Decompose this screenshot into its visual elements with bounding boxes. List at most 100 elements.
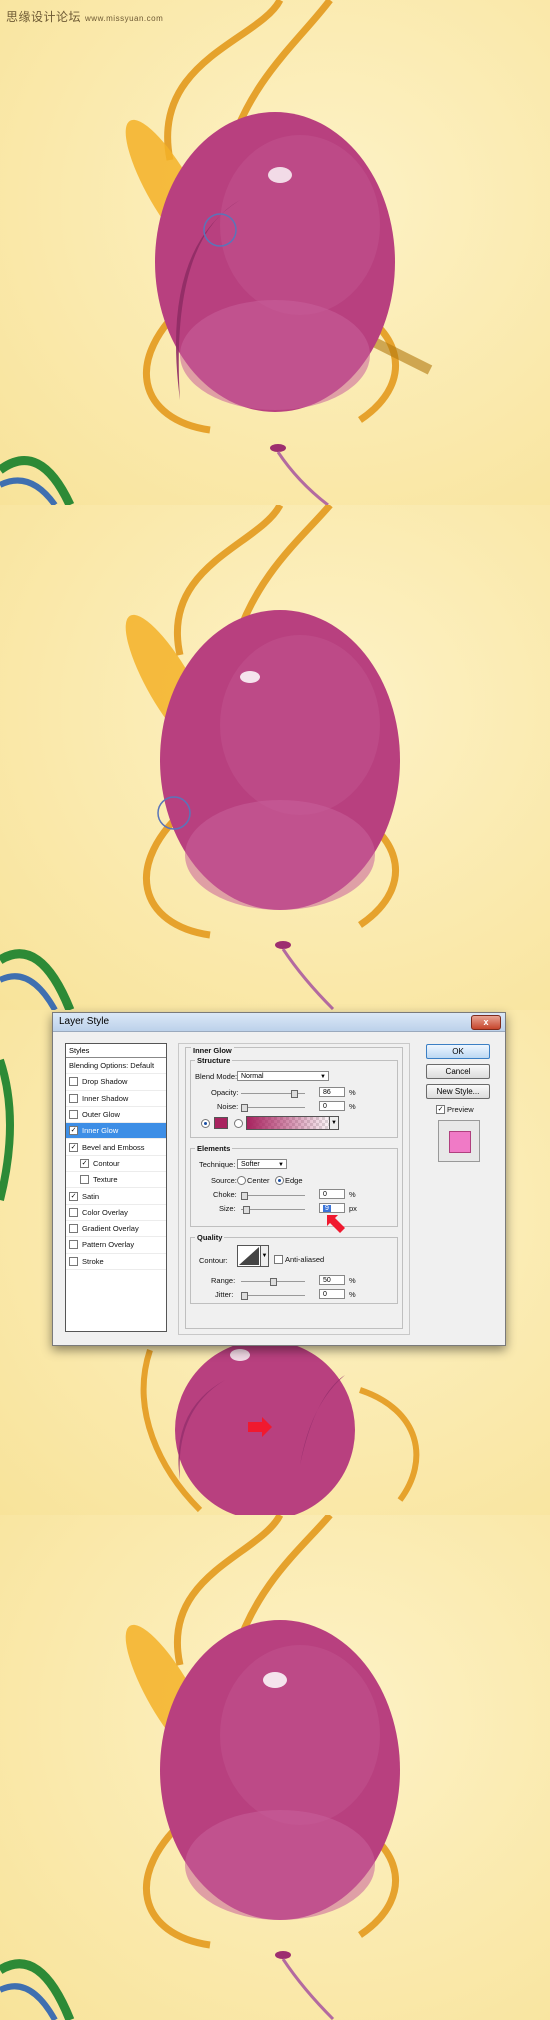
styles-list-item[interactable]: Drop Shadow bbox=[66, 1074, 166, 1091]
source-center-radio[interactable] bbox=[237, 1176, 246, 1185]
size-slider-thumb[interactable] bbox=[243, 1206, 251, 1214]
styles-list-item-label: Drop Shadow bbox=[82, 1077, 128, 1087]
styles-list-item[interactable]: ✓ Satin bbox=[66, 1188, 166, 1205]
canvas-panel-1: 思缘设计论坛 www.missyuan.com bbox=[0, 0, 550, 505]
style-checkbox[interactable] bbox=[69, 1207, 78, 1217]
styles-list-item-label: Color Overlay bbox=[82, 1207, 128, 1217]
section-title: Inner Glow bbox=[191, 1046, 234, 1055]
noise-unit: % bbox=[349, 1102, 356, 1111]
noise-label: Noise: bbox=[217, 1102, 239, 1111]
anti-aliased-label: Anti-aliased bbox=[285, 1255, 325, 1264]
choke-unit: % bbox=[349, 1190, 356, 1199]
choke-field[interactable]: 0 bbox=[319, 1189, 345, 1199]
opacity-slider-thumb[interactable] bbox=[290, 1090, 298, 1098]
opacity-label: Opacity: bbox=[211, 1088, 239, 1097]
noise-field[interactable]: 0 bbox=[319, 1101, 345, 1111]
preview-label: Preview bbox=[447, 1105, 474, 1114]
styles-list-item-label: Outer Glow bbox=[82, 1110, 120, 1120]
balloon-artwork-2 bbox=[0, 505, 400, 1010]
styles-list-item-label: Stroke bbox=[82, 1256, 104, 1266]
cancel-button[interactable]: Cancel bbox=[426, 1064, 490, 1079]
opacity-slider[interactable] bbox=[241, 1090, 305, 1098]
quality-title: Quality bbox=[195, 1233, 225, 1242]
close-button[interactable]: x bbox=[471, 1015, 501, 1030]
styles-list-item[interactable]: Pattern Overlay bbox=[66, 1237, 166, 1254]
canvas-panel-2 bbox=[0, 505, 550, 1010]
styles-list-item-label: Satin bbox=[82, 1191, 100, 1201]
gradient-dropdown-arrow[interactable]: ▼ bbox=[329, 1116, 339, 1130]
size-label: Size: bbox=[219, 1204, 236, 1213]
style-checkbox[interactable] bbox=[69, 1256, 78, 1266]
styles-list-item[interactable]: Color Overlay bbox=[66, 1205, 166, 1221]
ok-button[interactable]: OK bbox=[426, 1044, 490, 1059]
new-style-button[interactable]: New Style... bbox=[426, 1084, 490, 1099]
glow-color-swatch[interactable] bbox=[214, 1117, 228, 1129]
range-slider-thumb[interactable] bbox=[270, 1278, 277, 1286]
technique-select[interactable]: Softer ▼ bbox=[237, 1159, 287, 1169]
gradient-radio[interactable] bbox=[234, 1119, 243, 1128]
opacity-unit: % bbox=[349, 1088, 356, 1097]
range-unit: % bbox=[349, 1276, 356, 1285]
style-checkbox[interactable]: ✓ bbox=[69, 1142, 78, 1152]
style-checkbox[interactable] bbox=[69, 1110, 78, 1120]
styles-list-item-label: Pattern Overlay bbox=[82, 1240, 135, 1250]
preview-checkbox[interactable]: ✓ bbox=[436, 1105, 445, 1114]
choke-slider-thumb[interactable] bbox=[241, 1192, 248, 1200]
contour-curve-icon bbox=[239, 1247, 259, 1265]
style-checkbox[interactable]: ✓ bbox=[80, 1158, 89, 1168]
choke-slider[interactable] bbox=[241, 1192, 305, 1200]
blend-mode-label: Blend Mode: bbox=[195, 1072, 238, 1081]
styles-list-item[interactable]: Texture bbox=[66, 1172, 166, 1189]
styles-list: Styles Blending Options: Default Drop Sha… bbox=[65, 1043, 167, 1332]
structure-title: Structure bbox=[195, 1056, 233, 1065]
styles-list-item[interactable]: Stroke bbox=[66, 1254, 166, 1270]
styles-list-item[interactable]: ✓ Bevel and Emboss bbox=[66, 1139, 166, 1156]
jitter-field[interactable]: 0 bbox=[319, 1289, 345, 1299]
preview-thumbnail bbox=[438, 1120, 480, 1162]
size-slider[interactable] bbox=[241, 1206, 305, 1214]
noise-slider[interactable] bbox=[241, 1104, 305, 1112]
anti-aliased-checkbox[interactable] bbox=[274, 1255, 283, 1264]
source-center-label: Center bbox=[247, 1176, 270, 1185]
solid-color-radio[interactable] bbox=[201, 1119, 210, 1128]
style-checkbox[interactable] bbox=[69, 1077, 78, 1087]
styles-list-item-label: Contour bbox=[93, 1158, 120, 1168]
balloon-artwork-4 bbox=[0, 1515, 400, 2020]
contour-picker[interactable] bbox=[237, 1245, 261, 1267]
style-checkbox[interactable]: ✓ bbox=[69, 1126, 78, 1136]
noise-slider-thumb[interactable] bbox=[241, 1104, 248, 1112]
style-checkbox[interactable]: ✓ bbox=[69, 1191, 78, 1201]
styles-list-item-label: Bevel and Emboss bbox=[82, 1142, 145, 1152]
opacity-field[interactable]: 86 bbox=[319, 1087, 345, 1097]
preview-swatch bbox=[449, 1131, 471, 1153]
jitter-label: Jitter: bbox=[215, 1290, 234, 1299]
style-checkbox[interactable] bbox=[80, 1175, 89, 1185]
styles-list-item[interactable]: Gradient Overlay bbox=[66, 1221, 166, 1238]
glow-gradient-picker[interactable] bbox=[246, 1116, 330, 1130]
dialog-titlebar[interactable]: Layer Style x bbox=[53, 1013, 505, 1032]
styles-list-item[interactable]: Outer Glow bbox=[66, 1107, 166, 1124]
styles-list-item[interactable]: ✓ Contour bbox=[66, 1156, 166, 1173]
styles-list-item[interactable]: Blending Options: Default bbox=[66, 1058, 166, 1075]
styles-list-item-label: Inner Glow bbox=[82, 1126, 119, 1136]
jitter-slider[interactable] bbox=[241, 1292, 305, 1300]
style-checkbox[interactable] bbox=[69, 1224, 78, 1234]
styles-list-item[interactable]: ✓ Inner Glow bbox=[66, 1123, 166, 1140]
inner-glow-panel: Inner Glow Structure Blend Mode: Normal ▼… bbox=[178, 1043, 410, 1335]
contour-dropdown-arrow[interactable]: ▼ bbox=[260, 1245, 269, 1267]
dialog-title: Layer Style bbox=[59, 1016, 110, 1027]
source-edge-radio[interactable] bbox=[275, 1176, 284, 1185]
range-slider[interactable] bbox=[241, 1278, 305, 1286]
size-value-highlight: 9 bbox=[323, 1205, 331, 1212]
style-checkbox[interactable] bbox=[69, 1240, 78, 1250]
layer-style-dialog: Layer Style x Styles Blending Options: D… bbox=[52, 1012, 506, 1346]
styles-header[interactable]: Styles bbox=[66, 1044, 166, 1058]
styles-list-item-label: Blending Options: Default bbox=[69, 1061, 155, 1071]
styles-list-item[interactable]: Inner Shadow bbox=[66, 1091, 166, 1107]
jitter-slider-thumb[interactable] bbox=[241, 1292, 248, 1300]
blend-mode-select[interactable]: Normal ▼ bbox=[237, 1071, 329, 1081]
style-checkbox[interactable] bbox=[69, 1093, 78, 1103]
range-field[interactable]: 50 bbox=[319, 1275, 345, 1285]
elements-title: Elements bbox=[195, 1144, 233, 1153]
red-pointer-arrow-icon bbox=[327, 1215, 345, 1233]
